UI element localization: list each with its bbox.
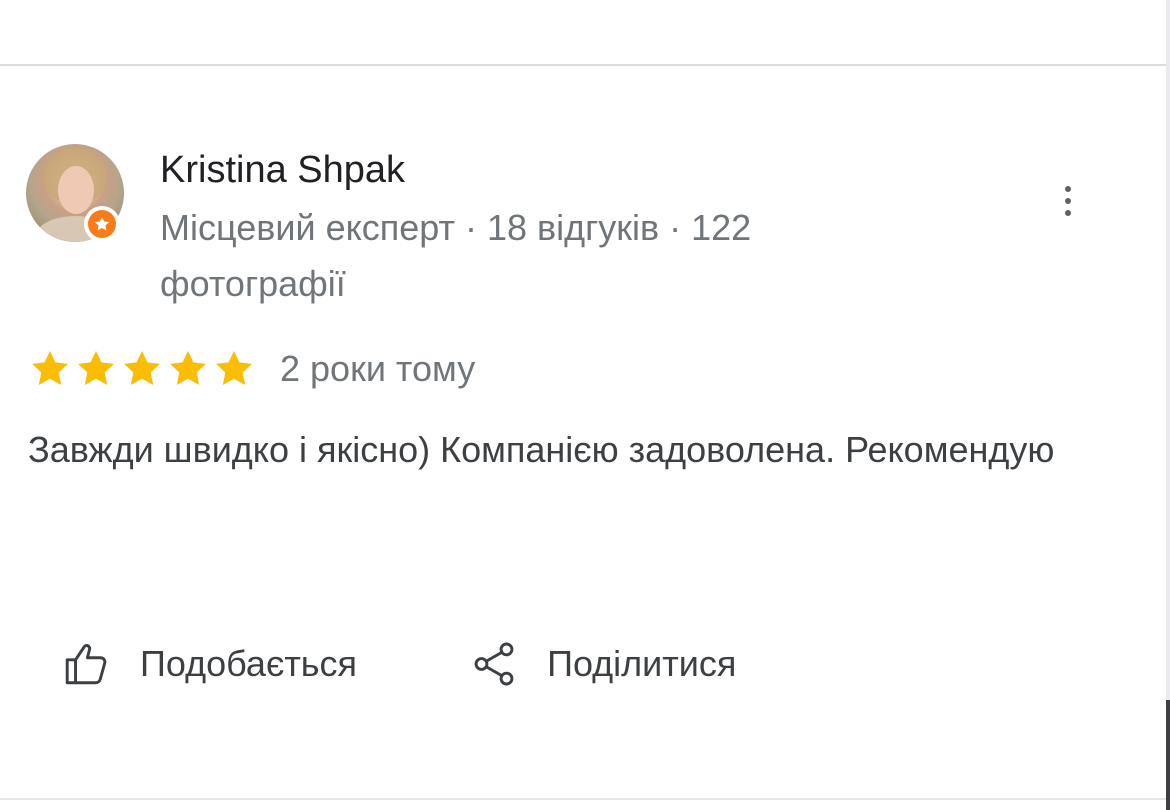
like-label: Подобається	[140, 643, 358, 684]
star-icon	[124, 351, 160, 385]
star-rating	[28, 347, 256, 391]
local-guide-badge	[84, 206, 120, 242]
menu-dot	[1065, 186, 1071, 192]
review-text: Завжди швидко і якісно) Компанією задово…	[28, 429, 1055, 470]
more-vert-icon[interactable]	[1050, 178, 1086, 224]
review-panel: Kristina Shpak Місцевий експерт · 18 від…	[0, 0, 1170, 810]
bottom-divider	[0, 798, 1166, 800]
menu-dot	[1065, 198, 1071, 204]
panel-scrollbar-track[interactable]	[1166, 0, 1170, 810]
top-divider	[0, 64, 1166, 66]
panel-scrollbar-thumb[interactable]	[1166, 700, 1170, 810]
local-guide-star-icon	[88, 210, 116, 238]
share-icon	[474, 642, 514, 686]
like-button[interactable]: Подобається	[62, 636, 357, 692]
thumb-up-icon	[65, 643, 107, 685]
share-button[interactable]: Поділитися	[469, 636, 736, 692]
review-actions: Подобається Поділитися	[62, 636, 736, 692]
reviewer-meta[interactable]: Місцевий експерт · 18 відгуків · 122 фот…	[160, 200, 920, 312]
star-icon	[216, 351, 252, 385]
menu-dot	[1065, 210, 1071, 216]
share-label: Поділитися	[547, 643, 737, 684]
star-icon	[78, 351, 114, 385]
reviewer-name[interactable]: Kristina Shpak	[160, 146, 405, 194]
star-icon	[32, 351, 68, 385]
star-icon	[170, 351, 206, 385]
review-date: 2 роки тому	[280, 348, 476, 389]
avatar-face	[58, 166, 94, 214]
rating-row: 2 роки тому	[28, 344, 475, 394]
